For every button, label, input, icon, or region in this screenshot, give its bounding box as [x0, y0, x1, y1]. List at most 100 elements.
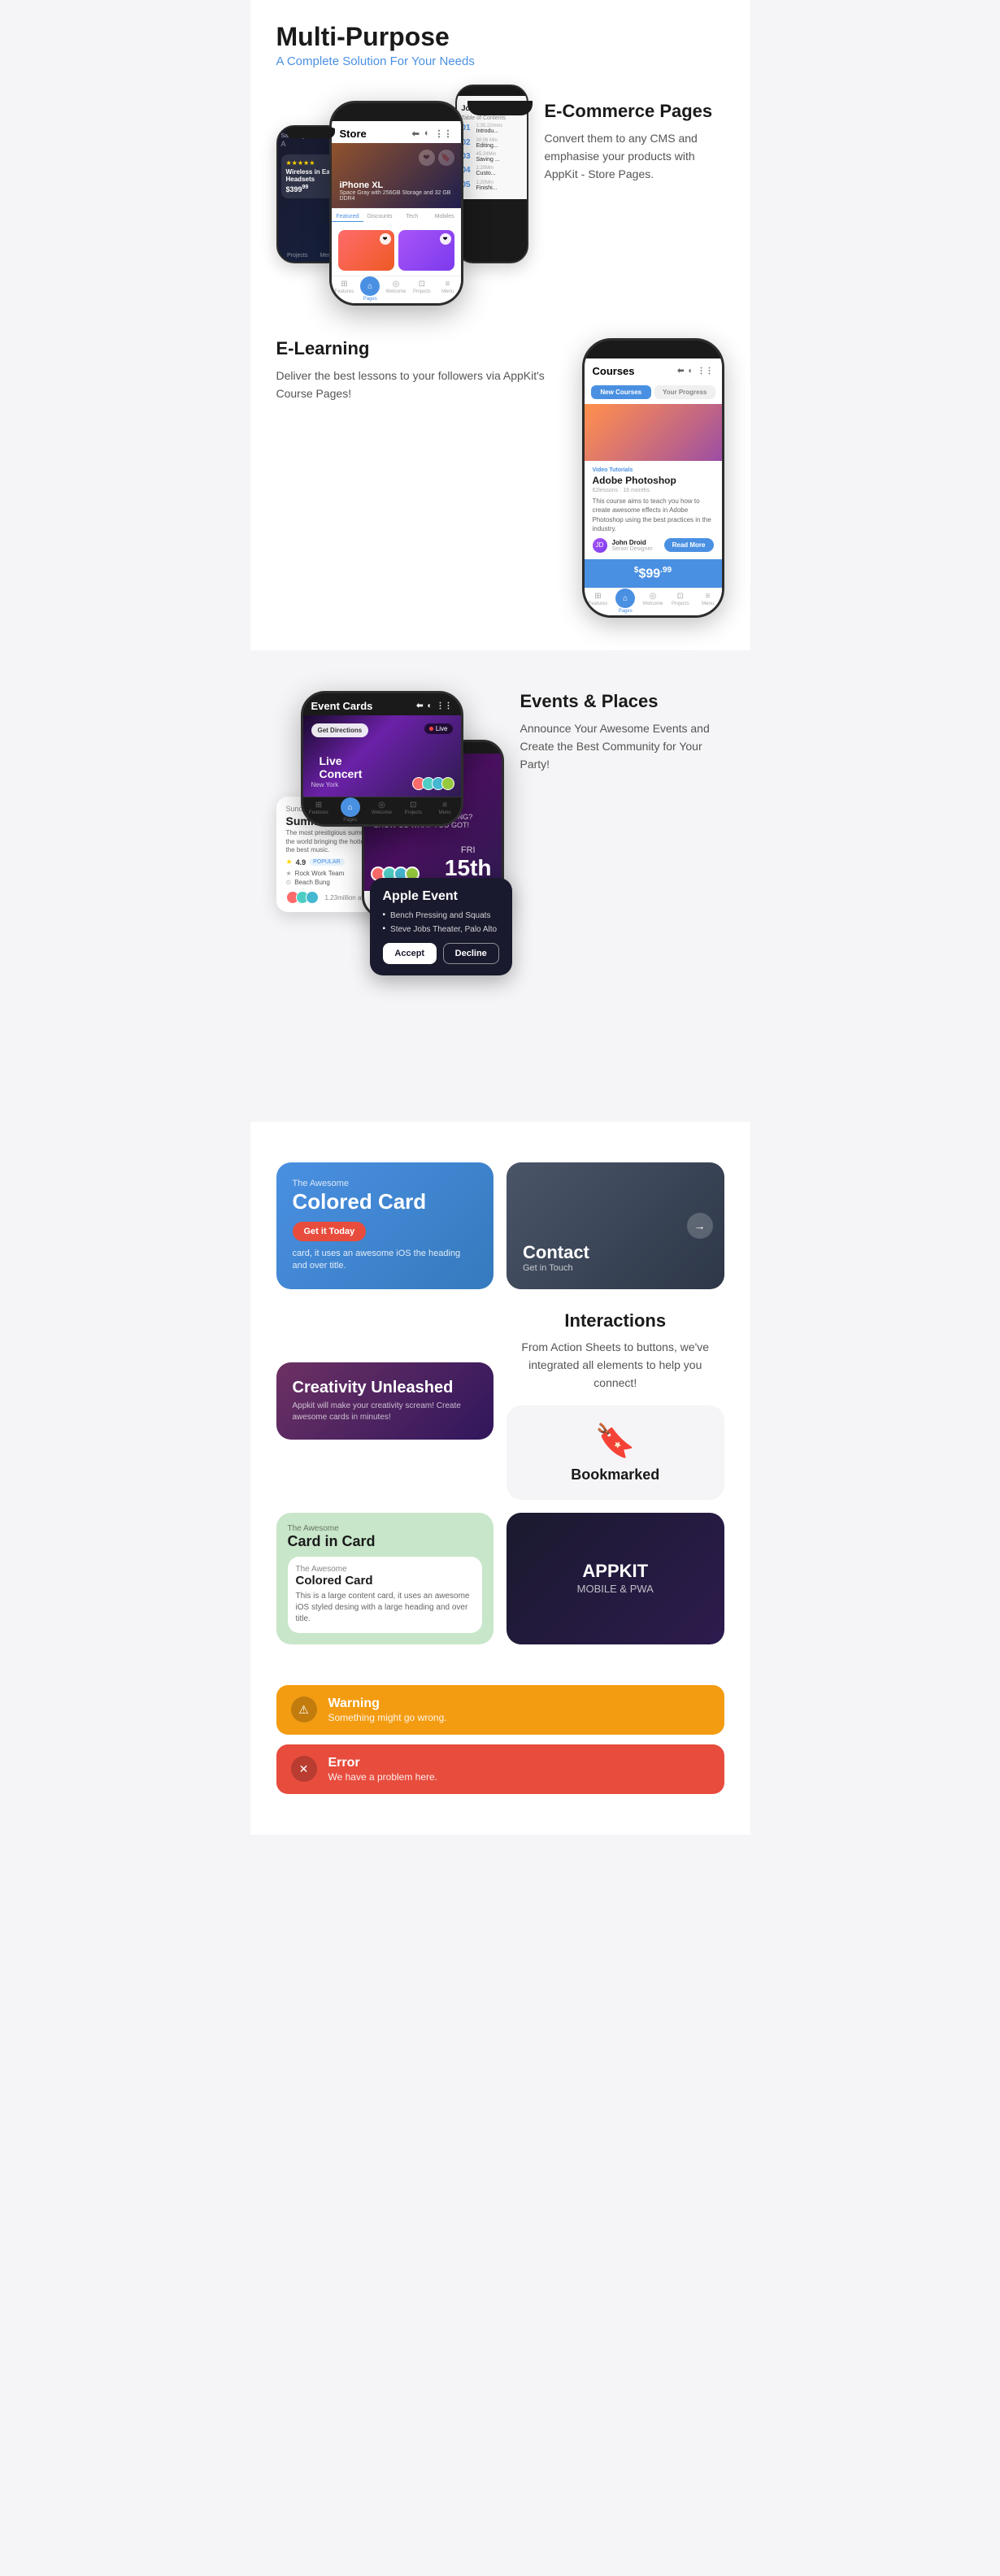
apple-detail-text-2: Steve Jobs Theater, Palo Alto	[390, 924, 497, 935]
creativity-content: Creativity Unleashed Appkit will make yo…	[293, 1379, 478, 1423]
tab-tech[interactable]: Tech	[396, 212, 428, 222]
bookmark-icon-large: 🔖	[595, 1422, 636, 1460]
concert-info: Live Concert New York	[311, 781, 339, 788]
product-desc: Space Gray with 256GB Storage and 32 GB …	[340, 190, 461, 202]
nav-menu-e[interactable]: ≡Menu	[429, 801, 461, 823]
nav-welcome-e[interactable]: ◎Welcome	[366, 801, 398, 823]
colored-card-blue: The Awesome Colored Card Get it Today ca…	[276, 1162, 494, 1288]
courses-nav: ⊞Features ⌂Pages ◎Welcome ⊡Projects ≡Men…	[585, 588, 722, 615]
decline-button[interactable]: Decline	[443, 943, 499, 964]
event-icons: ⬅◐⋮⋮	[416, 702, 452, 710]
nav-welcome2[interactable]: ◎Welcome	[639, 592, 667, 614]
appkit-card: APPKIT MOBILE & PWA	[507, 1513, 724, 1644]
nav-pages[interactable]: ⌂ Pages	[357, 280, 383, 302]
elearning-row: E-Learning Deliver the best lessons to y…	[276, 338, 724, 618]
events-section: Event Cards ⬅◐⋮⋮ Get Directions Live	[250, 650, 750, 1122]
apple-buttons: Accept Decline	[383, 943, 499, 964]
courses-topbar: Courses ⬅◐⋮⋮	[585, 358, 722, 380]
tab-discounts[interactable]: Discounts	[363, 212, 396, 222]
error-icon: ✕	[291, 1756, 317, 1782]
apple-event-detail-1: ▪ Bench Pressing and Squats	[383, 910, 499, 921]
ecommerce-desc: Convert them to any CMS and emphasise yo…	[545, 129, 724, 184]
nav-proj-e[interactable]: ⊡Projects	[398, 801, 429, 823]
course-meta: 62lessons · 16 months	[593, 488, 714, 493]
accept-button[interactable]: Accept	[383, 943, 437, 964]
colored-card-subtitle: The Awesome	[293, 1179, 478, 1188]
interactions-heading: Interactions	[507, 1310, 724, 1331]
courses-icons: ⬅◐⋮⋮	[677, 367, 713, 376]
events-phones: Event Cards ⬅◐⋮⋮ Get Directions Live	[276, 691, 504, 1081]
hero-subtitle: A Complete Solution For Your Needs	[276, 54, 724, 68]
product-mini-name: Wireless in EarHeadsets	[286, 168, 336, 183]
tab-new-courses[interactable]: New Courses	[591, 385, 652, 399]
nav-features2[interactable]: ⊞Features	[585, 592, 612, 614]
karaoke-bottom: FRI 15th	[374, 845, 492, 881]
avatars-row	[415, 777, 454, 790]
get-it-button[interactable]: Get it Today	[293, 1222, 367, 1241]
instructor-info: John Droid Senior Designer	[612, 539, 653, 552]
warning-desc: Something might go wrong.	[328, 1712, 447, 1723]
product-hero-image: iPhone XL Space Gray with 256GB Storage …	[332, 143, 461, 208]
toc-item-5: 05 1:20MinFinishi...	[462, 180, 522, 192]
toc-item-2: 02 30:06 MinEditing...	[462, 138, 522, 150]
live-badge: Live	[424, 723, 453, 734]
stars: ★★★★★	[286, 159, 336, 167]
nav-projects[interactable]: ⊡ Projects	[409, 280, 435, 302]
inner-desc: This is a large content card, it uses an…	[296, 1591, 475, 1625]
interactions-grid: The Awesome Colored Card Get it Today ca…	[276, 1162, 724, 1288]
tab-mobiles[interactable]: Mobiles	[428, 212, 461, 222]
card2-heart: ❤	[440, 233, 451, 245]
inner-subtitle: The Awesome	[296, 1565, 475, 1574]
nav-feat-e[interactable]: ⊞Features	[303, 801, 335, 823]
concert-title: Live Concert	[320, 754, 363, 780]
apple-event-detail-2: ▪ Steve Jobs Theater, Palo Alto	[383, 924, 499, 935]
card-in-card-outer: The Awesome Card in Card The Awesome Col…	[276, 1513, 494, 1644]
creativity-desc: Appkit will make your creativity scream!…	[293, 1401, 478, 1423]
toc-item-3: 03 45:24MinSaving ...	[462, 152, 522, 163]
fri-label: FRI	[445, 845, 492, 855]
get-directions-btn[interactable]: Get Directions	[311, 723, 369, 737]
toc-item-4: 04 1:20MinCusto...	[462, 166, 522, 177]
bookmarked-card: 🔖 Bookmarked	[507, 1405, 724, 1500]
nav-projects2[interactable]: ⊡Projects	[667, 592, 694, 614]
featured-row: ❤ ❤	[332, 225, 461, 276]
card1-heart: ❤	[380, 233, 391, 245]
ecommerce-heading: E-Commerce Pages	[545, 101, 724, 122]
elearning-desc: Deliver the best lessons to your followe…	[276, 367, 569, 403]
colored-card-desc: card, it uses an awesome iOS the heading…	[293, 1248, 478, 1273]
elearning-text: E-Learning Deliver the best lessons to y…	[276, 338, 569, 402]
featured-card-2: ❤	[398, 230, 454, 271]
nav-pages-e[interactable]: ⌂Pages	[334, 801, 366, 823]
events-content: Event Cards ⬅◐⋮⋮ Get Directions Live	[276, 691, 724, 1081]
nav-features[interactable]: ⊞ Features	[332, 280, 358, 302]
phone-main-store: Store ⬅◐⋮⋮ iPhone XL Space Gray with 256…	[329, 101, 463, 306]
nav-pages2[interactable]: ⌂Pages	[611, 592, 639, 614]
nav-menu2[interactable]: ≡Menu	[694, 592, 722, 614]
fri-badge: FRI 15th	[445, 845, 492, 881]
courses-screen: Courses ⬅◐⋮⋮ New Courses Your Progress V…	[585, 358, 722, 615]
popular-tag: POPULAR	[309, 858, 344, 866]
apple-detail-text-1: Bench Pressing and Squats	[390, 910, 490, 921]
read-more-button[interactable]: Read More	[664, 538, 714, 552]
courses-phone: Courses ⬅◐⋮⋮ New Courses Your Progress V…	[582, 338, 724, 618]
nav-menu[interactable]: ≡ Menu	[435, 280, 461, 302]
events-heading: Events & Places	[520, 691, 724, 712]
warning-title: Warning	[328, 1696, 447, 1711]
warning-alert: ⚠ Warning Something might go wrong.	[276, 1685, 724, 1735]
event-hero: Get Directions Live Live Concert New Yor…	[303, 715, 461, 797]
course-hero-image	[585, 404, 722, 461]
nav-welcome[interactable]: ◎ Welcome	[383, 280, 409, 302]
attending-avatars	[286, 891, 319, 904]
error-alert: ✕ Error We have a problem here.	[276, 1744, 724, 1794]
tab-featured[interactable]: Featured	[332, 212, 364, 222]
contact-arrow[interactable]: →	[687, 1213, 713, 1239]
course-subtitle: Video Tutorials	[593, 467, 714, 473]
nav-bottom: ⊞ Features ⌂ Pages ◎ Welcome ⊡ Projects	[332, 276, 461, 303]
store-icons: ⬅◐⋮⋮	[412, 128, 453, 139]
tab-progress[interactable]: Your Progress	[654, 385, 715, 399]
rating-num: 4.9	[296, 858, 307, 867]
contact-sub: Get in Touch	[523, 1263, 708, 1273]
events-desc: Announce Your Awesome Events and Create …	[520, 719, 724, 774]
course-info: Video Tutorials Adobe Photoshop 62lesson…	[585, 461, 722, 559]
interactions-text-center: Interactions From Action Sheets to butto…	[507, 1302, 724, 1405]
